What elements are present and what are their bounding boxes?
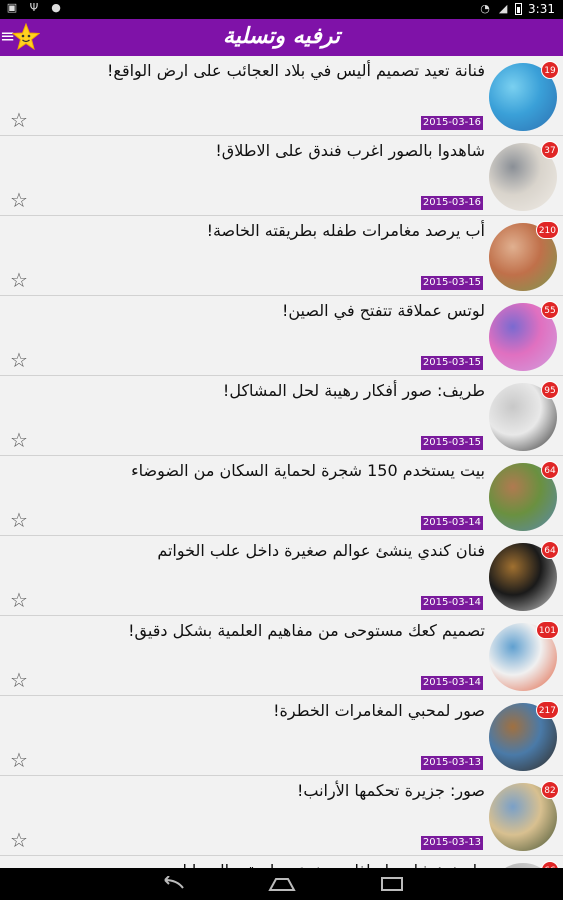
view-count-badge: 37	[541, 141, 559, 159]
page-title: ترفيه وتسلية	[223, 23, 340, 49]
list-item[interactable]: 37 شاهدوا بالصور اغرب فندق على الاطلاق! 20…	[0, 136, 563, 216]
usb-icon: Ψ	[29, 1, 39, 14]
article-title[interactable]: بيت يستخدم 150 شجرة لحماية السكان من الض…	[30, 460, 485, 482]
article-title[interactable]: صور لمحبي المغامرات الخطرة!	[30, 700, 485, 722]
view-count-badge: 64	[541, 461, 559, 479]
article-title[interactable]: لوتس عملاقة تتفتح في الصين!	[30, 300, 485, 322]
favorite-star-icon[interactable]: ☆	[10, 830, 28, 850]
app-bar: ≡ ترفيه وتسلية	[0, 19, 563, 56]
signal-icon: ◢	[498, 2, 508, 15]
system-nav-bar	[0, 868, 563, 900]
recents-icon[interactable]	[377, 874, 407, 894]
view-count-badge: 55	[541, 301, 559, 319]
article-date: 2015-03-13	[420, 756, 483, 770]
list-item[interactable]: 64 بيت يستخدم 150 شجرة لحماية السكان من ا…	[0, 456, 563, 536]
list-item[interactable]: 66 طريف: شاهدوا ماذا يحدث عندما تبقى الحي…	[0, 856, 563, 868]
status-bar: ▣ Ψ ● ◔ ◢ 3:31	[0, 0, 563, 19]
view-count-badge: 64	[541, 541, 559, 559]
favorite-star-icon[interactable]: ☆	[10, 510, 28, 530]
home-icon[interactable]	[267, 874, 297, 894]
article-date: 2015-03-16	[420, 116, 483, 130]
android-icon: ●	[51, 1, 61, 14]
article-date: 2015-03-15	[420, 276, 483, 290]
article-title[interactable]: شاهدوا بالصور اغرب فندق على الاطلاق!	[30, 140, 485, 162]
article-date: 2015-03-14	[420, 516, 483, 530]
article-list[interactable]: 19 فنانة تعيد تصميم أليس في بلاد العجائب …	[0, 56, 563, 868]
view-count-badge: 217	[535, 701, 559, 719]
article-date: 2015-03-15	[420, 356, 483, 370]
article-date: 2015-03-14	[420, 596, 483, 610]
article-title[interactable]: فنان كندي ينشئ عوالم صغيرة داخل علب الخو…	[30, 540, 485, 562]
battery-icon	[515, 3, 523, 15]
article-date: 2015-03-16	[420, 196, 483, 210]
back-icon[interactable]	[157, 874, 187, 894]
notification-icon: ▣	[6, 1, 18, 14]
list-item[interactable]: 210 أب يرصد مغامرات طفله بطريقته الخاصة! 2…	[0, 216, 563, 296]
article-date: 2015-03-14	[420, 676, 483, 690]
list-item[interactable]: 82 صور: جزيرة تحكمها الأرانب! 2015-03-13 ☆	[0, 776, 563, 856]
article-date: 2015-03-15	[420, 436, 483, 450]
list-item[interactable]: 19 فنانة تعيد تصميم أليس في بلاد العجائب …	[0, 56, 563, 136]
article-title[interactable]: فنانة تعيد تصميم أليس في بلاد العجائب عل…	[30, 60, 485, 82]
view-count-badge: 101	[535, 621, 559, 639]
article-title[interactable]: صور: جزيرة تحكمها الأرانب!	[30, 780, 485, 802]
favorite-star-icon[interactable]: ☆	[10, 430, 28, 450]
article-title[interactable]: أب يرصد مغامرات طفله بطريقته الخاصة!	[30, 220, 485, 242]
favorite-star-icon[interactable]: ☆	[10, 750, 28, 770]
article-title[interactable]: طريف: شاهدوا ماذا يحدث عندما تبقى الحيوا…	[30, 860, 485, 868]
wifi-icon: ◔	[480, 2, 490, 15]
favorite-star-icon[interactable]: ☆	[10, 670, 28, 690]
list-item[interactable]: 55 لوتس عملاقة تتفتح في الصين! 2015-03-15 ☆	[0, 296, 563, 376]
list-item[interactable]: 217 صور لمحبي المغامرات الخطرة! 2015-03-13…	[0, 696, 563, 776]
view-count-badge: 19	[541, 61, 559, 79]
view-count-badge: 210	[535, 221, 559, 239]
favorite-star-icon[interactable]: ☆	[10, 190, 28, 210]
article-title[interactable]: طريف: صور أفكار رهيبة لحل المشاكل!	[30, 380, 485, 402]
list-item[interactable]: 101 تصميم كعك مستوحى من مفاهيم العلمية بش…	[0, 616, 563, 696]
view-count-badge: 95	[541, 381, 559, 399]
favorite-star-icon[interactable]: ☆	[10, 590, 28, 610]
article-title[interactable]: تصميم كعك مستوحى من مفاهيم العلمية بشكل …	[30, 620, 485, 642]
clock: 3:31	[528, 2, 555, 16]
favorite-star-icon[interactable]: ☆	[10, 110, 28, 130]
article-date: 2015-03-13	[420, 836, 483, 850]
view-count-badge: 82	[541, 781, 559, 799]
favorite-star-icon[interactable]: ☆	[10, 270, 28, 290]
view-count-badge: 66	[541, 861, 559, 868]
favorite-star-icon[interactable]: ☆	[10, 350, 28, 370]
list-item[interactable]: 95 طريف: صور أفكار رهيبة لحل المشاكل! 2015…	[0, 376, 563, 456]
list-item[interactable]: 64 فنان كندي ينشئ عوالم صغيرة داخل علب ال…	[0, 536, 563, 616]
